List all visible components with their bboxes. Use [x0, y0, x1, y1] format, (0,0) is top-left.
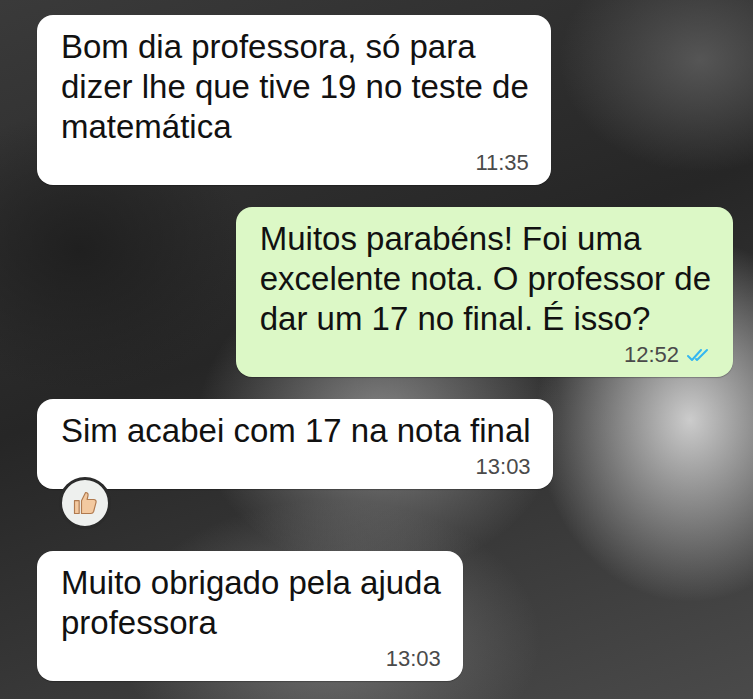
read-ticks-icon	[687, 347, 711, 363]
message-line: dar um 17 no final. É isso?	[260, 299, 711, 339]
message-time: 13:03	[476, 453, 531, 481]
message-line: Sim acabei com 17 na nota final	[61, 411, 531, 451]
message-meta: 12:52	[260, 341, 711, 369]
message-meta: 13:03	[61, 645, 441, 673]
message-line: dizer lhe que tive 19 no teste de	[61, 67, 529, 107]
outgoing-bubble: Muitos parabéns! Foi umaexcelente nota. …	[236, 207, 733, 377]
message-list: Bom dia professora, só paradizer lhe que…	[37, 15, 733, 681]
message-line: excelente nota. O professor de	[260, 259, 711, 299]
message-meta: 13:03	[61, 453, 531, 481]
message: Sim acabei com 17 na nota final13:03	[37, 399, 553, 489]
message-line: professora	[61, 603, 441, 643]
message: Muito obrigado pela ajudaprofessora13:03	[37, 551, 463, 681]
message-time: 12:52	[624, 341, 679, 369]
incoming-bubble: Sim acabei com 17 na nota final13:03	[37, 399, 553, 489]
message: Bom dia professora, só paradizer lhe que…	[37, 15, 551, 185]
message-time: 11:35	[475, 149, 528, 177]
message-line: matemática	[61, 107, 529, 147]
message-time: 13:03	[386, 645, 441, 673]
incoming-bubble: Muito obrigado pela ajudaprofessora13:03	[37, 551, 463, 681]
reaction-badge[interactable]	[59, 477, 111, 529]
message-meta: 11:35	[61, 149, 529, 177]
message: Muitos parabéns! Foi umaexcelente nota. …	[236, 207, 733, 377]
message-line: Muitos parabéns! Foi uma	[260, 219, 711, 259]
message-line: Muito obrigado pela ajuda	[61, 563, 441, 603]
thumbs-up-icon	[71, 489, 99, 517]
message-line: Bom dia professora, só para	[61, 27, 529, 67]
chat-background: Bom dia professora, só paradizer lhe que…	[0, 0, 753, 699]
incoming-bubble: Bom dia professora, só paradizer lhe que…	[37, 15, 551, 185]
